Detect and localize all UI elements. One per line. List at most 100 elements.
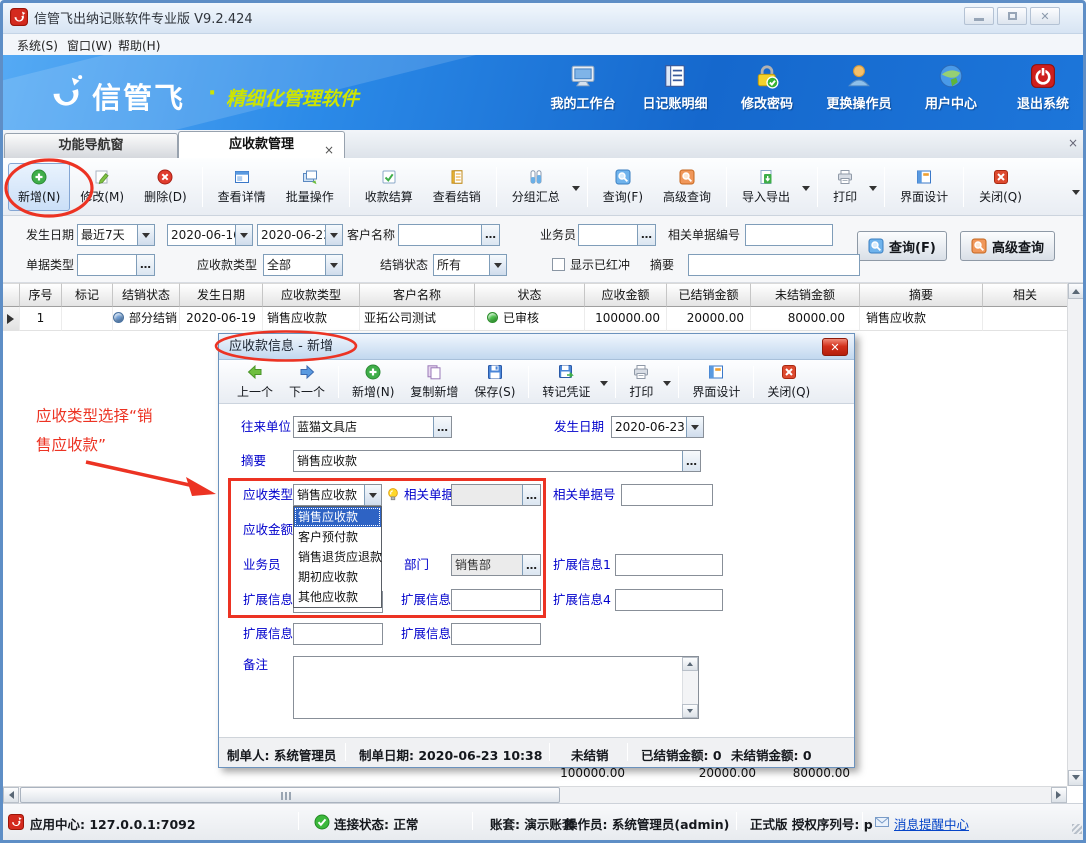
copy-new-button[interactable]: 复制新增	[402, 360, 466, 404]
recv-type-combo[interactable]: 销售应收款	[293, 484, 382, 506]
close-tab-button[interactable]: 关闭(Q)	[969, 163, 1032, 211]
chevron-down-icon[interactable]	[137, 225, 154, 245]
save-button[interactable]: 保存(S)	[466, 360, 523, 404]
resize-grip-icon[interactable]	[1072, 824, 1082, 834]
col-amount[interactable]: 应收金额	[585, 283, 667, 307]
lookup-dots-icon[interactable]	[522, 485, 540, 505]
scroll-up-icon[interactable]	[1068, 283, 1084, 299]
banner-action-usercenter[interactable]: 用户中心	[918, 63, 984, 112]
show-red-checkbox[interactable]	[552, 258, 565, 271]
ui-design-button[interactable]: 界面设计	[890, 163, 958, 211]
new-button[interactable]: 新增(N)	[8, 163, 70, 211]
scroll-up-icon[interactable]	[682, 657, 698, 671]
date-range-select[interactable]: 最近7天	[77, 224, 155, 246]
dialog-close-tab-button[interactable]: 关闭(Q)	[759, 360, 818, 404]
recv-type-select[interactable]: 全部	[263, 254, 343, 276]
col-mark[interactable]: 标记	[62, 283, 113, 307]
col-type[interactable]: 应收款类型	[263, 283, 360, 307]
prev-button[interactable]: 上一个	[229, 360, 281, 404]
chevron-down-icon[interactable]	[325, 255, 342, 275]
print-button[interactable]: 打印	[823, 163, 867, 211]
type-option[interactable]: 其他应收款	[294, 587, 381, 607]
col-summary[interactable]: 摘要	[860, 283, 983, 307]
group-summary-button[interactable]: 分组汇总	[502, 163, 570, 211]
close-button[interactable]: ✕	[1030, 7, 1060, 25]
next-button[interactable]: 下一个	[281, 360, 333, 404]
summary-filter-input[interactable]	[688, 254, 860, 276]
tabstrip-close-icon[interactable]: ×	[1068, 136, 1078, 150]
chevron-down-icon[interactable]	[364, 485, 381, 505]
toolbar-overflow-icon[interactable]	[1072, 190, 1080, 199]
ref-doc-no-input[interactable]	[621, 484, 713, 506]
settle-status-select[interactable]: 所有	[433, 254, 507, 276]
ext5-input[interactable]	[293, 623, 383, 645]
tab-receivables[interactable]: 应收款管理 ×	[178, 131, 345, 158]
dialog-new-button[interactable]: 新增(N)	[344, 360, 402, 404]
lookup-dots-icon[interactable]	[637, 225, 655, 245]
banner-action-operator[interactable]: 更换操作员	[826, 63, 892, 112]
dialog-summary-input[interactable]: 销售应收款	[293, 450, 701, 472]
adv-query-action-button[interactable]: 高级查询	[960, 231, 1055, 261]
print-dropdown-icon[interactable]	[663, 381, 671, 390]
ext1-input[interactable]	[615, 554, 723, 576]
chevron-down-icon[interactable]	[325, 225, 342, 245]
ext6-input[interactable]	[451, 623, 541, 645]
lookup-dots-icon[interactable]	[136, 255, 154, 275]
date-from-select[interactable]: 2020-06-16	[167, 224, 253, 246]
col-customer[interactable]: 客户名称	[360, 283, 475, 307]
remark-scrollbar[interactable]	[682, 657, 698, 718]
edit-button[interactable]: 修改(M)	[70, 163, 134, 211]
salesman-filter-input[interactable]	[578, 224, 656, 246]
horizontal-scrollbar[interactable]	[3, 786, 1067, 803]
scroll-down-icon[interactable]	[1068, 770, 1084, 786]
ext4-input[interactable]	[615, 589, 723, 611]
minimize-button[interactable]	[964, 7, 994, 25]
dialog-close-button[interactable]: ✕	[822, 338, 848, 356]
banner-action-journal[interactable]: 日记账明细	[642, 63, 708, 112]
menu-window[interactable]: 窗口(W)	[67, 37, 112, 54]
type-option[interactable]: 客户预付款	[294, 527, 381, 547]
dialog-date-select[interactable]: 2020-06-23	[611, 416, 704, 438]
table-row[interactable]: 1 部分结销 2020-06-19 销售应收款 亚拓公司测试 已审核 10000…	[2, 307, 1068, 331]
col-date[interactable]: 发生日期	[180, 283, 263, 307]
query-action-button[interactable]: 查询(F)	[857, 231, 947, 261]
import-export-button[interactable]: 导入导出	[732, 163, 800, 211]
delete-button[interactable]: 删除(D)	[134, 163, 197, 211]
type-option[interactable]: 期初应收款	[294, 567, 381, 587]
banner-action-password[interactable]: 修改密码	[734, 63, 800, 112]
dialog-print-button[interactable]: 打印	[621, 360, 661, 404]
lookup-dots-icon[interactable]	[522, 555, 540, 575]
ref-no-filter-input[interactable]	[745, 224, 833, 246]
col-settle-status[interactable]: 结销状态	[113, 283, 180, 307]
date-to-select[interactable]: 2020-06-23	[257, 224, 343, 246]
scroll-left-icon[interactable]	[3, 787, 19, 803]
partner-input[interactable]: 蓝猫文具店	[293, 416, 452, 438]
doc-type-input[interactable]	[77, 254, 155, 276]
print-dropdown-icon[interactable]	[869, 186, 877, 195]
chevron-down-icon[interactable]	[235, 225, 252, 245]
col-unsettled[interactable]: 未结销金额	[751, 283, 860, 307]
col-settled[interactable]: 已结销金额	[667, 283, 751, 307]
scrollbar-thumb[interactable]	[20, 787, 560, 803]
voucher-dropdown-icon[interactable]	[600, 381, 608, 390]
dialog-title-bar[interactable]: 应收款信息 - 新增 ✕	[219, 334, 854, 360]
col-related[interactable]: 相关	[983, 283, 1068, 307]
col-no[interactable]: 序号	[20, 283, 62, 307]
type-option-selected[interactable]: 销售应收款	[294, 507, 381, 527]
group-summary-dropdown-icon[interactable]	[572, 186, 580, 195]
query-button[interactable]: 查询(F)	[593, 163, 653, 211]
scroll-right-icon[interactable]	[1051, 787, 1067, 803]
banner-action-exit[interactable]: 退出系统	[1010, 63, 1076, 112]
menu-system[interactable]: 系统(S)	[17, 37, 58, 54]
scroll-down-icon[interactable]	[682, 704, 698, 718]
menu-help[interactable]: 帮助(H)	[118, 37, 160, 54]
customer-filter-input[interactable]	[398, 224, 500, 246]
chevron-down-icon[interactable]	[489, 255, 506, 275]
vertical-scrollbar[interactable]	[1067, 283, 1083, 786]
type-option[interactable]: 销售退货应退款	[294, 547, 381, 567]
maximize-button[interactable]	[997, 7, 1027, 25]
remark-textarea[interactable]	[293, 656, 699, 719]
banner-action-workbench[interactable]: 我的工作台	[550, 63, 616, 112]
receive-settle-button[interactable]: 收款结算	[355, 163, 423, 211]
to-voucher-button[interactable]: 转记凭证	[534, 360, 598, 404]
